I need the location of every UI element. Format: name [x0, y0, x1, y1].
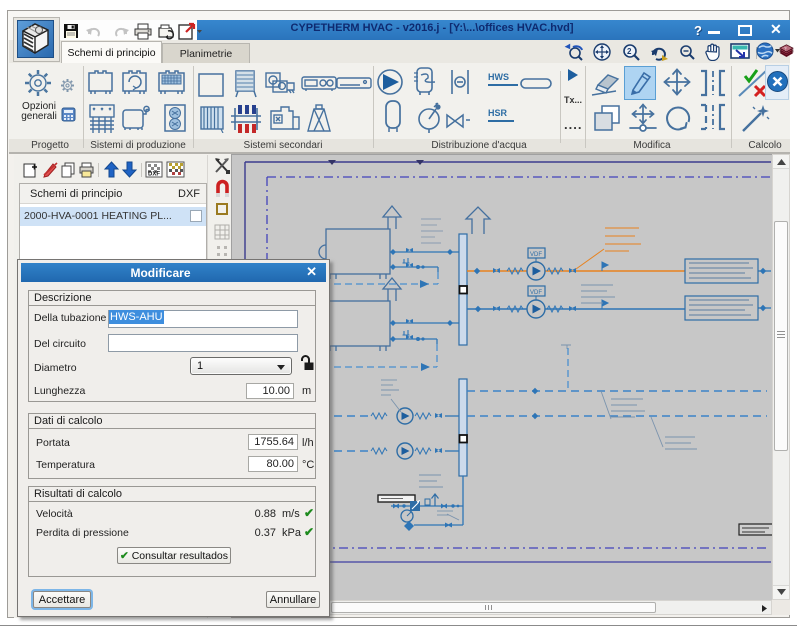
svg-text:VDF: VDF: [530, 290, 542, 296]
svg-text:2: 2: [627, 47, 632, 56]
svg-text:VDF: VDF: [530, 252, 542, 258]
svg-text:DXF: DXF: [148, 172, 160, 178]
